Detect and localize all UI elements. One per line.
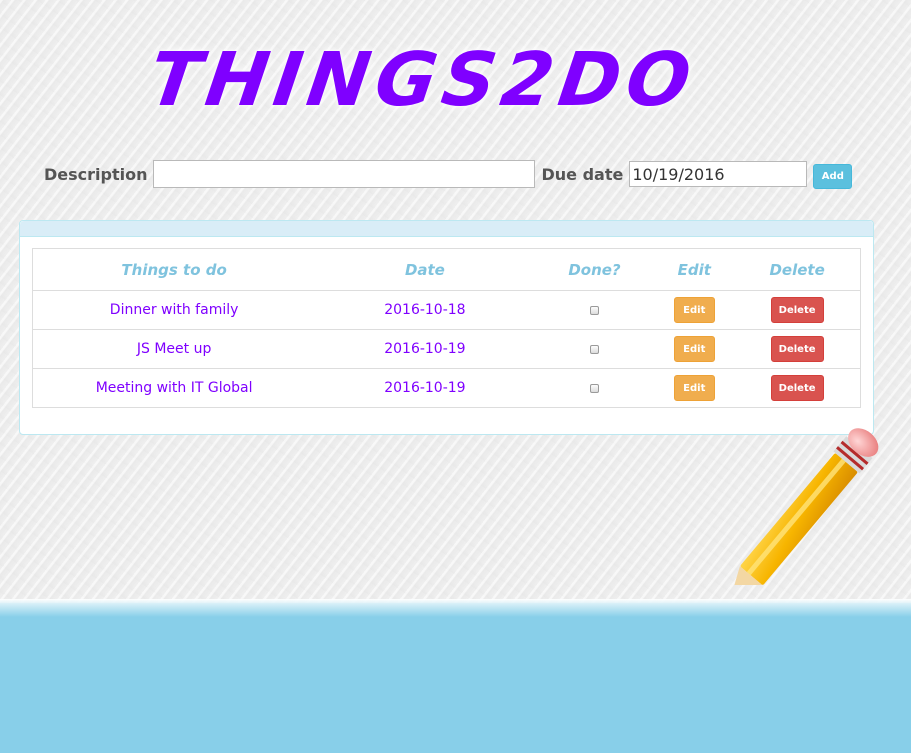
date-cell: 2016-10-18 bbox=[315, 290, 535, 330]
task-cell: JS Meet up bbox=[32, 329, 316, 369]
edit-cell: Edit bbox=[654, 290, 735, 330]
bottom-band bbox=[0, 599, 911, 753]
task-cell: Meeting with IT Global bbox=[32, 368, 316, 408]
todo-table: Things to do Date Done? Edit Delete Dinn… bbox=[32, 248, 861, 408]
done-checkbox[interactable] bbox=[589, 305, 599, 315]
todo-panel: Things to do Date Done? Edit Delete Dinn… bbox=[19, 220, 874, 435]
header-delete: Delete bbox=[734, 248, 861, 291]
task-cell: Dinner with family bbox=[32, 290, 316, 330]
done-checkbox[interactable] bbox=[589, 344, 599, 354]
description-input[interactable] bbox=[153, 160, 536, 188]
header-done: Done? bbox=[534, 248, 655, 291]
edit-button[interactable]: Edit bbox=[673, 297, 715, 323]
edit-cell: Edit bbox=[654, 368, 735, 408]
delete-button[interactable]: Delete bbox=[770, 336, 824, 362]
edit-button[interactable]: Edit bbox=[673, 336, 715, 362]
header-date: Date bbox=[315, 248, 535, 291]
delete-cell: Delete bbox=[734, 329, 861, 369]
header-edit: Edit bbox=[654, 248, 735, 291]
app-title: THINGS2DO bbox=[143, 37, 702, 123]
header-things-to-do: Things to do bbox=[32, 248, 316, 291]
table-row: Dinner with family 2016-10-18 Edit Delet… bbox=[32, 290, 861, 330]
edit-cell: Edit bbox=[654, 329, 735, 369]
delete-button[interactable]: Delete bbox=[770, 297, 824, 323]
panel-heading bbox=[20, 221, 873, 237]
delete-button[interactable]: Delete bbox=[770, 375, 824, 401]
done-checkbox[interactable] bbox=[589, 383, 599, 393]
pencil-icon bbox=[729, 428, 879, 585]
date-cell: 2016-10-19 bbox=[315, 329, 535, 369]
due-date-input[interactable] bbox=[629, 161, 808, 187]
delete-cell: Delete bbox=[734, 290, 861, 330]
description-label: Description bbox=[44, 164, 148, 184]
table-row: Meeting with IT Global 2016-10-19 Edit D… bbox=[32, 368, 861, 408]
due-date-label: Due date bbox=[541, 164, 624, 184]
add-button[interactable]: Add bbox=[813, 163, 853, 189]
done-cell bbox=[534, 368, 655, 408]
table-header-row: Things to do Date Done? Edit Delete bbox=[32, 248, 861, 291]
table-row: JS Meet up 2016-10-19 Edit Delete bbox=[32, 329, 861, 369]
date-cell: 2016-10-19 bbox=[315, 368, 535, 408]
done-cell bbox=[534, 290, 655, 330]
add-todo-form: Description Due date Add bbox=[44, 159, 853, 189]
delete-cell: Delete bbox=[734, 368, 861, 408]
done-cell bbox=[534, 329, 655, 369]
edit-button[interactable]: Edit bbox=[673, 375, 715, 401]
